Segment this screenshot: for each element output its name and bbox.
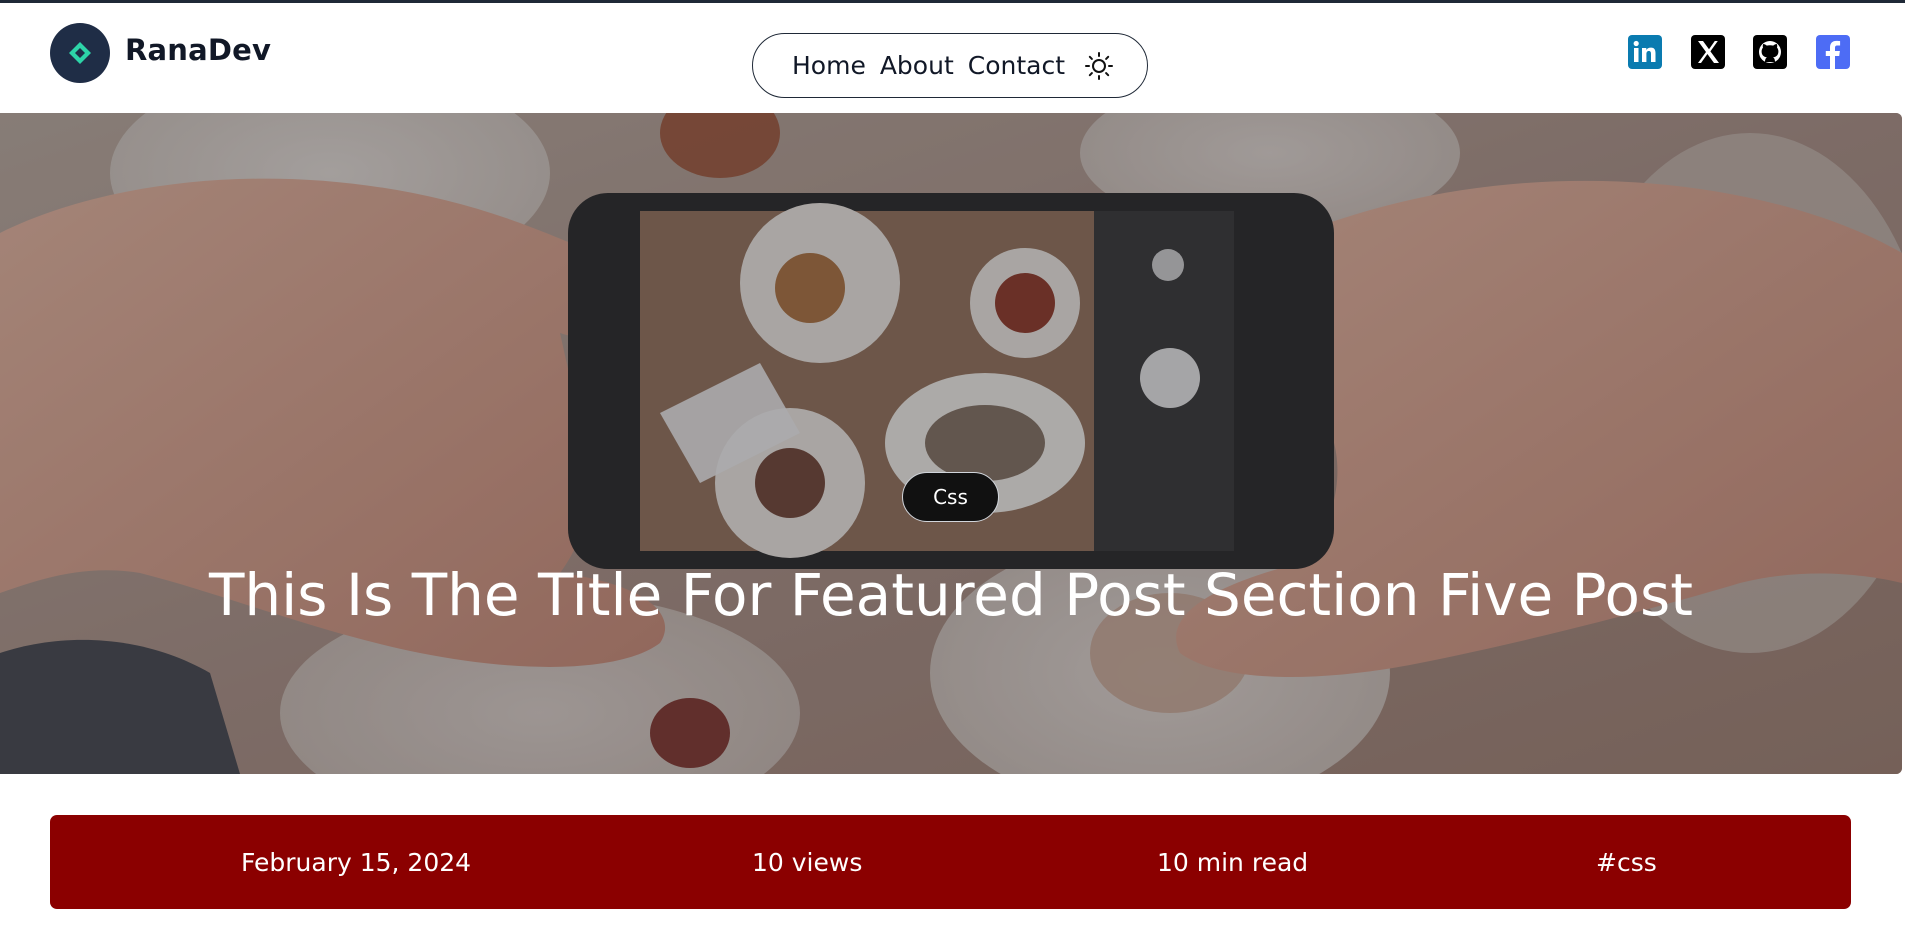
top-border (0, 0, 1905, 3)
main-nav: Home About Contact (752, 33, 1148, 98)
featured-post-hero[interactable]: Css This Is The Title For Featured Post … (0, 113, 1902, 774)
nav-contact-link[interactable]: Contact (968, 51, 1065, 80)
brand-name[interactable]: RanaDev (125, 33, 271, 67)
nav-about-link[interactable]: About (880, 51, 954, 80)
nav-home-link[interactable]: Home (792, 51, 866, 80)
post-views: 10 views (752, 847, 863, 877)
post-hashtag[interactable]: #css (1596, 815, 1657, 909)
category-tag[interactable]: Css (902, 472, 999, 522)
hero-overlay (0, 113, 1902, 774)
linkedin-icon[interactable] (1628, 35, 1662, 69)
logo-icon[interactable] (50, 23, 110, 83)
post-date: February 15, 2024 (241, 847, 472, 877)
facebook-icon[interactable] (1816, 35, 1850, 69)
github-icon[interactable] (1753, 35, 1787, 69)
sun-icon[interactable] (1083, 50, 1115, 82)
x-icon[interactable] (1691, 35, 1725, 69)
post-title[interactable]: This Is The Title For Featured Post Sect… (0, 561, 1902, 629)
post-meta-bar: February 15, 2024 10 views 10 min read #… (50, 815, 1851, 909)
post-read-time: 10 min read (1157, 847, 1309, 877)
